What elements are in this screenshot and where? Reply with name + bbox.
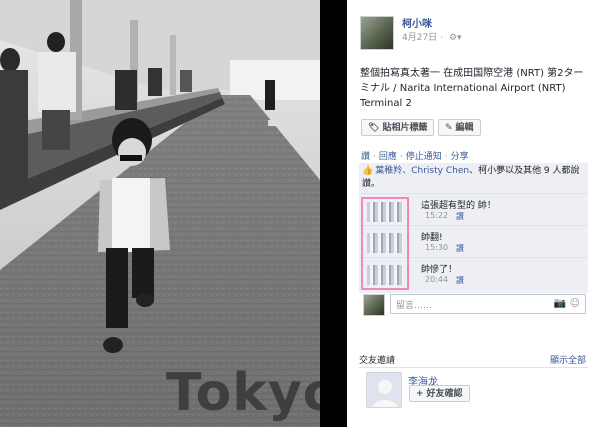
post-meta: 4月27日 · ⚙▾	[402, 30, 462, 43]
likes-summary: 👍 葉稚羚、Christy Chen、柯小夢以及其他 9 人都說讚。	[362, 165, 585, 191]
smiley-icon[interactable]: ☺	[570, 298, 580, 309]
comment-input[interactable]: 留言…… 📷 ☺	[390, 294, 586, 314]
tag-photo-button[interactable]: 🏷 貼相片標籤	[361, 119, 435, 136]
comment-like-link[interactable]: 讚	[456, 211, 464, 222]
tag-icon: 🏷	[368, 123, 380, 133]
share-link[interactable]: 分享	[451, 152, 469, 162]
comment-link[interactable]: 回應	[379, 152, 397, 162]
see-all-link[interactable]: 顯示全部	[550, 353, 586, 366]
comment-like-link[interactable]: 讚	[456, 275, 464, 286]
photo-overlay-text: Tokyo	[166, 363, 340, 423]
pencil-icon: ✎	[445, 123, 453, 133]
confirm-friend-button[interactable]: + 好友確認	[409, 385, 470, 402]
divider	[359, 367, 588, 368]
comment-input-placeholder: 留言……	[396, 301, 433, 311]
commenter-avatars-highlight	[361, 197, 409, 290]
comment-text: 這張超有型的 帥！	[421, 201, 496, 211]
edit-label: 編輯	[455, 123, 474, 133]
meta-separator: ·	[440, 33, 444, 43]
edit-button[interactable]: ✎ 編輯	[438, 119, 481, 136]
default-avatar-icon	[367, 373, 401, 407]
post-sidebar: 柯小咪 4月27日 · ⚙▾ 整個拍寫真太著一 在成田国際空港 (NRT) 第2タ…	[347, 0, 600, 427]
liker-1[interactable]: 葉稚羚、	[375, 166, 411, 176]
comment-text: 帥翻!	[421, 233, 443, 243]
comment-text: 帥慘了！	[421, 265, 458, 275]
post-caption: 整個拍寫真太著一 在成田国際空港 (NRT) 第2ターミナル / Narita …	[360, 68, 584, 109]
author-name[interactable]: 柯小咪	[402, 15, 432, 30]
comment-time[interactable]: 15:22	[425, 211, 448, 220]
comment-time[interactable]: 20:44	[425, 275, 448, 284]
post-actions: 讚 · 回應 · 停止通知 · 分享	[361, 152, 469, 162]
thumbs-up-icon: 👍	[362, 166, 374, 176]
tag-photo-label: 貼相片標籤	[382, 123, 428, 133]
commenter-avatar[interactable]	[367, 233, 403, 253]
comment-time[interactable]: 15:30	[425, 243, 448, 252]
author-avatar[interactable]	[360, 16, 394, 50]
liker-2[interactable]: Christy Chen	[411, 166, 469, 176]
comment-like-link[interactable]: 讚	[456, 243, 464, 254]
photo-viewer[interactable]: Tokyo	[0, 0, 347, 427]
camera-icon[interactable]: 📷	[554, 298, 566, 309]
post-date[interactable]: 4月27日	[402, 33, 437, 43]
stop-notify-link[interactable]: 停止通知	[406, 152, 442, 162]
commenter-avatar[interactable]	[367, 265, 403, 285]
commenter-avatar[interactable]	[367, 202, 403, 222]
confirm-friend-label: 好友確認	[426, 389, 463, 399]
my-avatar	[363, 294, 385, 316]
gear-icon[interactable]: ⚙▾	[449, 33, 462, 43]
add-friend-icon: +	[416, 389, 424, 399]
friend-requests-heading: 交友邀請	[359, 356, 396, 366]
like-link[interactable]: 讚	[361, 152, 370, 162]
photo-margin	[320, 0, 347, 427]
friend-avatar[interactable]	[366, 372, 402, 408]
